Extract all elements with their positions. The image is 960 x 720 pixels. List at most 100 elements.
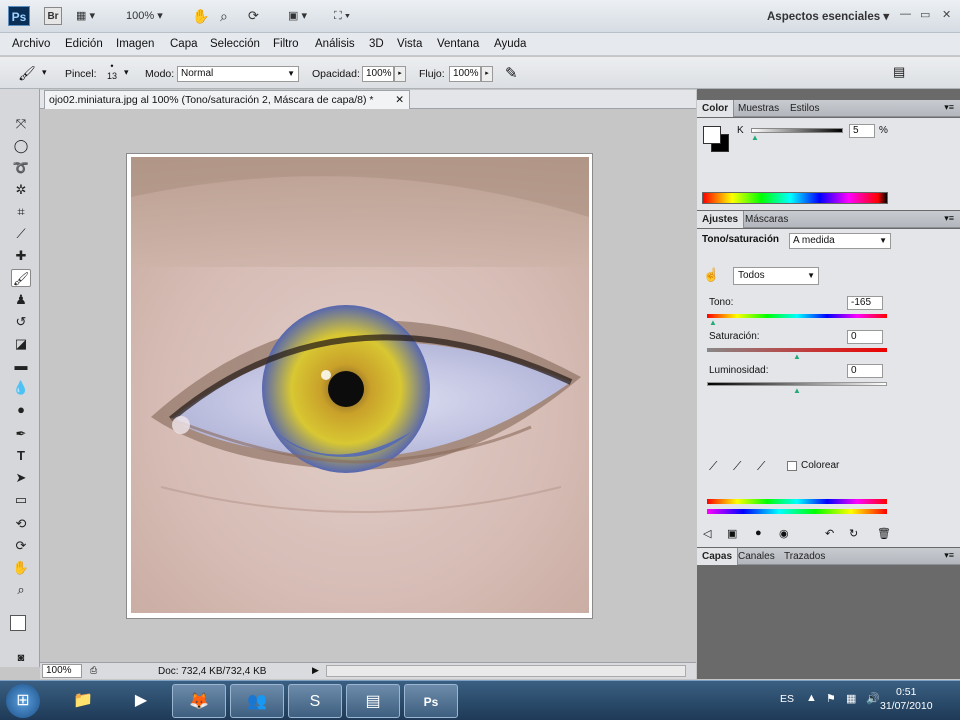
view-extras-icon[interactable]: ▦ ▾ (76, 7, 95, 25)
tab-estilos[interactable]: Estilos (785, 100, 824, 117)
bridge-button[interactable]: Br (44, 7, 62, 25)
menu-vista[interactable]: Vista (397, 38, 422, 50)
opacity-slider-toggle[interactable]: ▸ (394, 66, 406, 82)
type-tool-icon[interactable]: T (11, 447, 31, 465)
eye-photo[interactable] (131, 157, 589, 613)
airbrush-icon[interactable]: ✎ (505, 64, 518, 82)
menu-3d[interactable]: 3D (369, 38, 384, 50)
network-icon[interactable]: ▦ (846, 692, 856, 705)
foreground-color-swatch[interactable] (10, 615, 26, 631)
action-center-icon[interactable]: ⚑ (826, 692, 836, 705)
photoshop-taskbar-icon[interactable]: Ps (404, 684, 458, 718)
eyedropper-minus-icon[interactable]: ⟋ (757, 459, 765, 474)
clone-stamp-tool-icon[interactable]: ♟ (11, 291, 31, 309)
magic-wand-tool-icon[interactable]: ✲ (11, 181, 31, 199)
screen-mode-icon[interactable]: ⛶ ▾ (334, 7, 350, 25)
k-slider-thumb[interactable]: ▲ (751, 133, 759, 142)
menu-capa[interactable]: Capa (170, 38, 198, 50)
lightness-value-field[interactable]: 0 (847, 364, 883, 378)
brush-panel-icon[interactable]: ▤ (893, 64, 905, 80)
hue-value-field[interactable]: -165 (847, 296, 883, 310)
zoom-tool-icon[interactable]: ⌕ (220, 7, 228, 25)
menu-seleccion[interactable]: Selección (210, 38, 260, 50)
tab-muestras[interactable]: Muestras (733, 100, 784, 117)
status-zoom-field[interactable]: 100% (42, 664, 82, 678)
color-spectrum-ramp[interactable] (702, 192, 888, 204)
brush-tool-icon[interactable]: 🖌 (11, 269, 31, 287)
menu-imagen[interactable]: Imagen (116, 38, 154, 50)
3d-rotate-tool-icon[interactable]: ⟲ (11, 515, 31, 533)
tab-capas[interactable]: Capas (697, 548, 739, 565)
menu-edicion[interactable]: Edición (65, 38, 103, 50)
clip-layer-icon[interactable]: ● (755, 527, 762, 539)
messenger-taskbar-icon[interactable]: 👥 (230, 684, 284, 718)
3d-orbit-tool-icon[interactable]: ⟳ (11, 537, 31, 555)
healing-brush-tool-icon[interactable]: ✚ (11, 247, 31, 265)
lightness-slider-thumb[interactable]: ▲ (793, 386, 801, 395)
tab-trazados[interactable]: Trazados (779, 548, 830, 565)
lasso-tool-icon[interactable]: ➰ (11, 159, 31, 177)
horizontal-scrollbar[interactable] (326, 665, 686, 677)
saturation-value-field[interactable]: 0 (847, 330, 883, 344)
rotate-view-icon[interactable]: ⟳ (248, 7, 259, 25)
status-info-icon[interactable]: ⎙ (90, 665, 97, 676)
gradient-tool-icon[interactable]: ▬ (11, 357, 31, 375)
restore-button[interactable]: ▭ (920, 8, 930, 21)
visibility-eye-icon[interactable]: ◉ (779, 527, 789, 540)
tab-color[interactable]: Color (697, 100, 735, 117)
preset-select[interactable]: A medida ▼ (789, 233, 891, 249)
clock-date[interactable]: 31/07/2010 (880, 700, 933, 712)
menu-ventana[interactable]: Ventana (437, 38, 479, 50)
volume-icon[interactable]: 🔊 (866, 692, 880, 705)
move-tool-icon[interactable]: ⤧ (11, 115, 31, 133)
eyedropper-tool-icon[interactable]: ⟋ (11, 225, 31, 243)
workspace-switcher[interactable]: Aspectos esenciales ▾ (767, 9, 889, 23)
close-document-icon[interactable]: ✕ (395, 94, 404, 106)
explorer-taskbar-icon[interactable]: 📁 (56, 684, 110, 718)
delete-adjustment-icon[interactable]: 🗑 (877, 527, 891, 540)
start-button[interactable]: ⊞ (6, 684, 40, 718)
hue-slider-track[interactable] (707, 314, 887, 318)
flow-slider-toggle[interactable]: ▸ (481, 66, 493, 82)
language-indicator[interactable]: ES (780, 693, 794, 705)
hand-tool-icon[interactable]: ✋ (11, 559, 31, 577)
blur-tool-icon[interactable]: 💧 (11, 379, 31, 397)
menu-analisis[interactable]: Análisis (315, 38, 355, 50)
back-to-list-icon[interactable]: ◁ (703, 527, 711, 540)
document-tab[interactable]: ojo02.miniatura.jpg al 100% (Tono/satura… (44, 90, 410, 109)
brush-size-picker[interactable]: • 13 (104, 61, 120, 81)
eyedropper-plus-icon[interactable]: ⟋ (733, 459, 741, 474)
tab-mascaras[interactable]: Máscaras (740, 211, 793, 228)
history-brush-tool-icon[interactable]: ↺ (11, 313, 31, 331)
shape-tool-icon[interactable]: ▭ (11, 491, 31, 509)
flow-field[interactable]: 100% (449, 66, 481, 82)
reset-icon[interactable]: ↻ (849, 527, 858, 540)
tab-ajustes[interactable]: Ajustes (697, 211, 745, 228)
minimize-button[interactable]: — (900, 8, 911, 20)
pen-tool-icon[interactable]: ✒ (11, 425, 31, 443)
firefox-taskbar-icon[interactable]: 🦊 (172, 684, 226, 718)
blend-mode-select[interactable]: Normal ▼ (177, 66, 299, 82)
zoom-level-select[interactable]: 100% ▾ (126, 7, 163, 25)
colorize-checkbox[interactable] (787, 461, 797, 471)
menu-filtro[interactable]: Filtro (273, 38, 299, 50)
notes-taskbar-icon[interactable]: ▤ (346, 684, 400, 718)
dodge-tool-icon[interactable]: ● (11, 401, 31, 419)
expanded-view-icon[interactable]: ▣ (727, 527, 737, 540)
tab-canales[interactable]: Canales (733, 548, 780, 565)
targeted-adjust-hand-icon[interactable]: ☝ (703, 267, 719, 283)
path-selection-tool-icon[interactable]: ➤ (11, 469, 31, 487)
close-app-button[interactable]: ✕ (942, 8, 951, 21)
crop-tool-icon[interactable]: ⌗ (11, 203, 31, 221)
brush-preset-icon[interactable]: 🖌 (18, 65, 36, 82)
layers-panel-menu-icon[interactable]: ▾≡ (944, 550, 954, 561)
menu-archivo[interactable]: Archivo (12, 38, 50, 50)
menu-ayuda[interactable]: Ayuda (494, 38, 526, 50)
clock-time[interactable]: 0:51 (896, 686, 916, 698)
saturation-slider-thumb[interactable]: ▲ (793, 352, 801, 361)
eyedropper-icon[interactable]: ⟋ (709, 459, 717, 474)
arrange-documents-icon[interactable]: ▣ ▾ (288, 7, 307, 25)
tray-expand-icon[interactable]: ▲ (806, 692, 817, 704)
hand-tool-icon[interactable]: ✋ (192, 7, 209, 25)
preset-dropdown-icon[interactable]: ▾ (42, 67, 47, 78)
